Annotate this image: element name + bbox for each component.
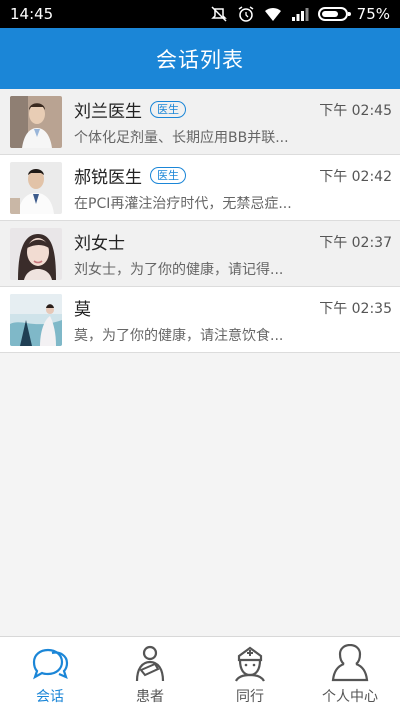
chat-bubbles-icon xyxy=(32,648,69,680)
status-icons: 75% xyxy=(210,5,390,23)
tab-peers[interactable]: 同行 xyxy=(200,637,300,711)
wifi-icon xyxy=(264,7,281,21)
person-icon xyxy=(331,644,369,682)
status-time: 14:45 xyxy=(10,5,54,23)
conversation-list: 刘兰医生 医生 下午 02:45 个体化足剂量、长期应用BB并联... 郝锐医生… xyxy=(0,89,400,353)
tab-label: 患者 xyxy=(136,689,164,705)
patient-icon xyxy=(135,645,165,682)
bottom-tab-bar: 会话 患者 同行 个人中心 xyxy=(0,636,400,711)
message-time: 下午 02:45 xyxy=(319,102,392,119)
message-preview: 个体化足剂量、长期应用BB并联... xyxy=(74,129,289,146)
conversation-body: 莫 下午 02:35 莫，为了你的健康，请注意饮食... xyxy=(74,295,400,345)
message-time: 下午 02:35 xyxy=(319,300,392,317)
tab-profile[interactable]: 个人中心 xyxy=(300,637,400,711)
doctor-badge: 医生 xyxy=(150,101,186,118)
battery-icon xyxy=(317,7,351,21)
contact-name: 刘女士 xyxy=(74,234,125,254)
conversation-item[interactable]: 莫 下午 02:35 莫，为了你的健康，请注意饮食... xyxy=(0,287,400,353)
contact-name: 莫 xyxy=(74,300,91,320)
tab-conversations[interactable]: 会话 xyxy=(0,637,100,711)
tab-patients[interactable]: 患者 xyxy=(100,637,200,711)
contact-name: 郝锐医生 xyxy=(74,168,142,188)
conversation-body: 郝锐医生 医生 下午 02:42 在PCI再灌注治疗时代，无禁忌症... xyxy=(74,163,400,213)
alarm-icon xyxy=(238,6,254,22)
tab-label: 个人中心 xyxy=(322,689,378,705)
signal-icon xyxy=(291,8,309,21)
avatar xyxy=(10,95,62,148)
app-header: 会话列表 xyxy=(0,28,400,89)
conversation-item[interactable]: 刘女士 下午 02:37 刘女士，为了你的健康，请记得... xyxy=(0,221,400,287)
tab-label: 同行 xyxy=(236,689,264,705)
conversation-item[interactable]: 郝锐医生 医生 下午 02:42 在PCI再灌注治疗时代，无禁忌症... xyxy=(0,155,400,221)
conversation-body: 刘女士 下午 02:37 刘女士，为了你的健康，请记得... xyxy=(74,229,400,279)
avatar xyxy=(10,293,62,346)
message-preview: 莫，为了你的健康，请注意饮食... xyxy=(74,327,284,344)
page-title: 会话列表 xyxy=(156,47,244,72)
tab-label: 会话 xyxy=(36,689,64,705)
avatar xyxy=(10,227,62,280)
contact-name: 刘兰医生 xyxy=(74,102,142,122)
message-time: 下午 02:42 xyxy=(319,168,392,185)
doctor-badge: 医生 xyxy=(150,167,186,184)
nurse-icon xyxy=(235,646,265,682)
avatar xyxy=(10,161,62,214)
message-time: 下午 02:37 xyxy=(319,234,392,251)
mute-icon xyxy=(210,6,227,22)
status-bar: 14:45 75% xyxy=(0,0,400,28)
battery-percent: 75% xyxy=(356,5,390,23)
message-preview: 刘女士，为了你的健康，请记得... xyxy=(74,261,284,278)
conversation-body: 刘兰医生 医生 下午 02:45 个体化足剂量、长期应用BB并联... xyxy=(74,97,400,147)
message-preview: 在PCI再灌注治疗时代，无禁忌症... xyxy=(74,195,292,212)
conversation-item[interactable]: 刘兰医生 医生 下午 02:45 个体化足剂量、长期应用BB并联... xyxy=(0,89,400,155)
